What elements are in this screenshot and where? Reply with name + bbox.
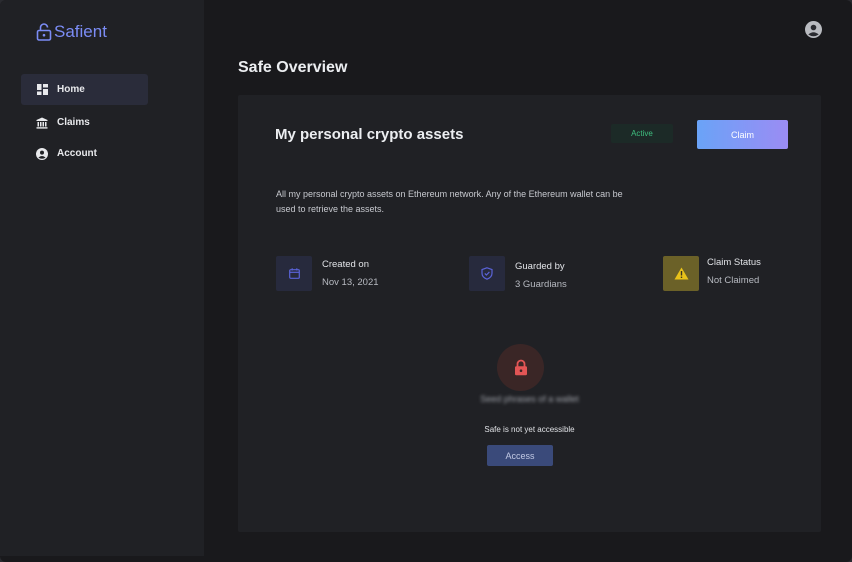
dashboard-icon	[35, 83, 49, 97]
claim-button[interactable]: Claim	[697, 120, 788, 149]
hidden-seed-phrase: Seed phrases of a wallet	[480, 394, 579, 404]
calendar-icon	[276, 256, 312, 291]
page-title: Safe Overview	[238, 59, 348, 76]
unlock-icon	[36, 23, 52, 41]
sidebar: Safient Home Claims Account	[0, 0, 204, 556]
lock-icon	[497, 344, 544, 391]
app-window: Safient Home Claims Account Safe Overvie…	[0, 0, 852, 562]
stat-value: Nov 13, 2021	[322, 277, 379, 288]
brand-logo[interactable]: Safient	[36, 22, 107, 42]
stat-value: Not Claimed	[707, 275, 760, 286]
user-circle-icon	[35, 147, 49, 161]
user-circle-icon	[805, 21, 822, 38]
shield-check-icon	[469, 256, 505, 291]
sidebar-item-claims[interactable]: Claims	[21, 107, 148, 138]
safe-name: My personal crypto assets	[275, 126, 464, 143]
stat-claim-status: Claim Status Not Claimed	[663, 256, 761, 291]
access-button[interactable]: Access	[487, 445, 553, 466]
brand-name: Safient	[54, 22, 107, 41]
status-badge: Active	[611, 124, 673, 143]
sidebar-item-label: Claims	[57, 117, 90, 128]
access-note: Safe is not yet accessible	[484, 425, 575, 434]
sidebar-item-home[interactable]: Home	[21, 74, 148, 105]
stat-value: 3 Guardians	[515, 279, 567, 290]
stat-label: Created on	[322, 259, 370, 270]
warning-icon	[663, 256, 699, 291]
user-avatar[interactable]	[805, 21, 822, 38]
stat-created: Created on Nov 13, 2021	[276, 256, 379, 292]
stat-label: Guarded by	[515, 261, 565, 272]
bank-icon	[35, 116, 49, 130]
stat-guardians: Guarded by 3 Guardians	[469, 256, 567, 294]
safe-card: My personal crypto assets Active Claim A…	[238, 95, 821, 532]
safe-description: All my personal crypto assets on Ethereu…	[276, 189, 623, 214]
stat-label: Claim Status	[707, 257, 761, 268]
sidebar-item-label: Home	[57, 84, 85, 95]
sidebar-item-label: Account	[57, 148, 97, 159]
sidebar-item-account[interactable]: Account	[21, 138, 148, 169]
